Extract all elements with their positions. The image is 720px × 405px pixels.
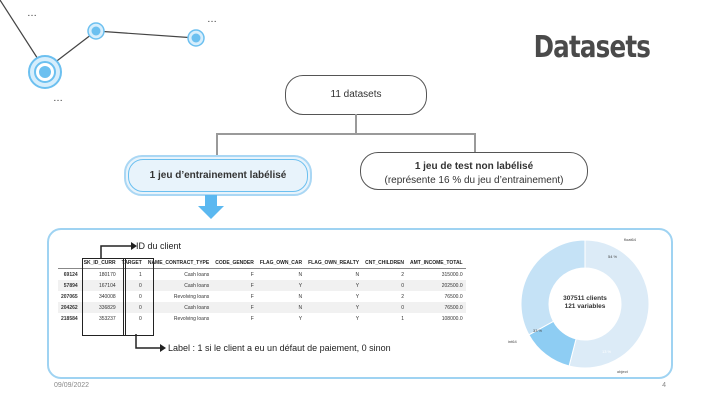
table-cell: 108000.0 [441, 315, 463, 322]
id-column-highlight [82, 258, 126, 336]
table-cell: 69124 [63, 271, 78, 278]
table-cell: 218584 [61, 315, 78, 322]
table-cell: 2 [401, 271, 405, 278]
node-small-icon [187, 29, 205, 47]
donut-center-clients: 307511 clients [563, 295, 607, 302]
column-header: FLAG_OWN_CAR [256, 258, 306, 269]
table-cell: N [256, 302, 306, 313]
table-cell: Cash loans [184, 271, 210, 278]
slice-percent-int: 33 % [533, 328, 543, 333]
table-cell: F [250, 271, 254, 278]
table-cell: 0 [362, 280, 408, 291]
slide-title: Datasets [533, 30, 650, 65]
table-cell: 207065 [61, 293, 78, 300]
table-cell: Cash loans [144, 280, 213, 291]
ellipsis-1: … [27, 8, 37, 19]
donut-slice-2 [520, 239, 586, 336]
table-cell: Revolving loans [173, 293, 210, 300]
table-cell: F [250, 315, 254, 322]
node-medium-icon [87, 22, 105, 40]
table-cell: 204262 [58, 302, 81, 313]
table-cell: F [250, 293, 254, 300]
table-cell: Y [355, 315, 360, 322]
table-cell: 1 [401, 315, 405, 322]
datasets-count-box: 11 datasets [285, 75, 427, 115]
network-decoration: … … … [0, 0, 217, 104]
label-annotation: Label : 1 si le client a eu un défaut de… [168, 343, 391, 353]
slice-name-int: int64 [508, 339, 517, 344]
table-cell: Cash loans [144, 302, 213, 313]
table-cell: 0 [362, 302, 408, 313]
slice-percent-object: 13 % [602, 349, 612, 354]
id-annotation: ID du client [136, 241, 182, 251]
test-dataset-box: 1 jeu de test non labélisé (représente 1… [360, 152, 588, 190]
table-cell: 315000.0 [441, 271, 463, 278]
table-cell: Y [305, 302, 363, 313]
column-header: CNT_CHILDREN [362, 258, 408, 269]
table-cell: 202500.0 [407, 280, 466, 291]
slice-percent-float: 54 % [608, 254, 618, 259]
train-dataset-label: 1 jeu d’entrainement labélisé [149, 170, 287, 181]
train-dataset-box: 1 jeu d’entrainement labélisé [124, 155, 312, 196]
table-cell: F [212, 302, 257, 313]
target-column-highlight [123, 258, 154, 336]
table-cell: Revolving loans [173, 315, 210, 322]
table-cell: 2 [401, 293, 405, 300]
slide-page-number: 4 [662, 382, 666, 389]
connector-left [216, 133, 218, 155]
column-header: FLAG_OWN_REALTY [305, 258, 363, 269]
table-cell: N [355, 271, 360, 278]
connector-horizontal [216, 133, 475, 135]
slice-name-object: object [617, 369, 629, 374]
column-header: NAME_CONTRACT_TYPE [144, 258, 213, 269]
variable-types-donut: 307511 clients 121 variables float64 54 … [508, 237, 650, 374]
table-cell: Y [298, 315, 303, 322]
slide-date: 09/09/2022 [54, 382, 90, 389]
table-cell: 76500.0 [444, 293, 463, 300]
test-dataset-note: (représente 16 % du jeu d’entrainement) [384, 175, 564, 186]
ellipsis-3: … [53, 93, 63, 104]
table-cell: N [298, 293, 303, 300]
slice-name-float: float64 [624, 237, 637, 242]
label-annotation-arrow-icon [135, 334, 166, 352]
table-cell: F [212, 280, 257, 291]
connector-right [474, 133, 476, 152]
ellipsis-2: … [207, 14, 217, 25]
id-annotation-arrow-icon [100, 242, 137, 258]
table-cell: 76500.0 [407, 302, 466, 313]
node-large-icon [28, 55, 62, 89]
donut-center-variables: 121 variables [565, 303, 606, 310]
table-cell: Y [305, 280, 363, 291]
table-cell: Y [256, 280, 306, 291]
column-header: AMT_INCOME_TOTAL [407, 258, 466, 269]
connector-vertical [355, 114, 357, 133]
column-header [58, 258, 81, 269]
column-header: CODE_GENDER [212, 258, 257, 269]
table-cell: N [298, 271, 303, 278]
arrow-down-icon [198, 195, 224, 219]
test-dataset-label: 1 jeu de test non labélisé [414, 161, 534, 172]
table-cell: 57894 [58, 280, 81, 291]
table-cell: Y [355, 293, 360, 300]
